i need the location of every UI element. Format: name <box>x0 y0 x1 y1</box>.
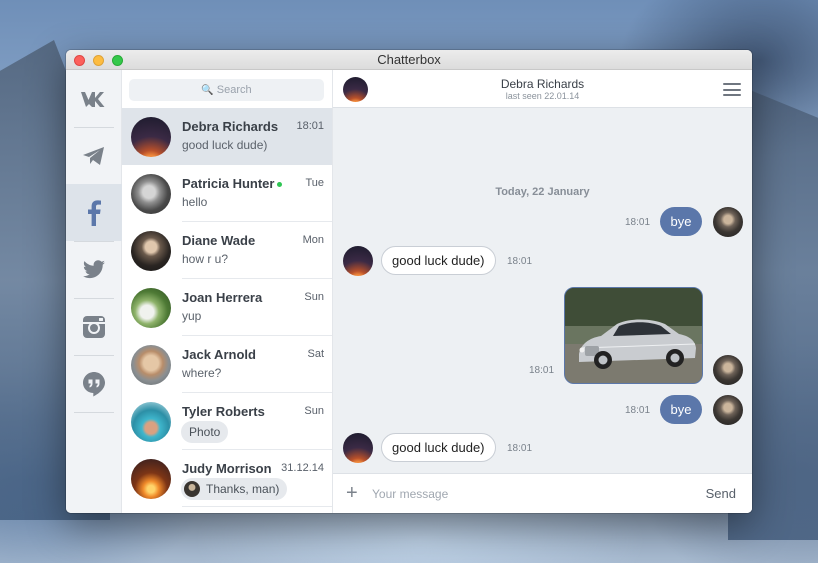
conversation-preview: Thanks, man) <box>206 482 280 496</box>
contact-name: Debra Richards <box>500 77 585 91</box>
avatar <box>131 117 171 157</box>
avatar <box>131 288 171 328</box>
services-sidebar <box>66 70 122 513</box>
photo-message[interactable] <box>564 287 703 384</box>
attach-button[interactable]: + <box>346 483 358 503</box>
window-close-button[interactable] <box>74 55 85 66</box>
service-telegram[interactable] <box>66 127 122 184</box>
conversation-time: Tue <box>305 177 324 189</box>
service-twitter[interactable] <box>66 241 122 298</box>
message-input[interactable]: Your message <box>372 487 448 501</box>
search-field[interactable]: 🔍 Search <box>129 79 324 101</box>
twitter-icon <box>83 259 105 278</box>
search-placeholder: Search <box>216 84 252 96</box>
conversation-time: Mon <box>302 234 324 246</box>
message-bubble[interactable]: bye <box>660 207 702 236</box>
conversation-item[interactable]: Diane Wade Mon how r u? <box>122 222 332 279</box>
conversation-item[interactable]: Tyler Roberts Sun Photo <box>122 393 332 450</box>
conversation-time: Sun <box>304 405 324 417</box>
avatar <box>131 402 171 442</box>
service-facebook[interactable] <box>66 184 122 241</box>
conversation-time: Sun <box>304 291 324 303</box>
message-bubble[interactable]: bye <box>660 395 702 424</box>
app-window: Chatterbox 🔍 Search Debra Richards 18:01… <box>66 50 752 513</box>
contact-status: last seen 22.01.14 <box>505 91 580 101</box>
conversation-time: 18:01 <box>296 120 324 132</box>
conversation-item[interactable]: Judy Morrison 31.12.14 Thanks, man) <box>122 450 332 507</box>
conversation-preview: where? <box>182 366 222 380</box>
day-separator: Today, 22 January <box>495 186 590 198</box>
hangouts-icon <box>83 371 105 396</box>
avatar <box>343 246 373 276</box>
reply-chip: Thanks, man) <box>181 478 288 500</box>
avatar <box>343 433 373 463</box>
conversation-item[interactable]: Joan Herrera Sun yup <box>122 279 332 336</box>
message-bubble[interactable]: good luck dude) <box>381 433 496 462</box>
message-time: 18:01 <box>507 443 533 454</box>
vk-icon <box>81 91 105 107</box>
window-title: Chatterbox <box>377 52 441 67</box>
chat-pane: Debra Richards last seen 22.01.14 Today,… <box>333 70 752 513</box>
service-hangouts[interactable] <box>66 355 122 412</box>
vintage-car-photo <box>565 288 702 383</box>
window-minimize-button[interactable] <box>93 55 104 66</box>
instagram-icon <box>83 315 105 338</box>
conversation-name: Diane Wade <box>182 233 256 248</box>
conversation-name: Tyler Roberts <box>182 404 265 419</box>
avatar <box>713 207 743 237</box>
message-bubble[interactable]: good luck dude) <box>381 246 496 275</box>
conversation-name: Debra Richards <box>182 119 279 134</box>
facebook-icon <box>88 199 101 226</box>
conversation-name: Jack Arnold <box>182 347 256 362</box>
online-indicator <box>277 182 283 188</box>
conversation-item[interactable]: Debra Richards 18:01 good luck dude) <box>122 108 332 165</box>
conversation-item[interactable]: Patricia Hunter Tue hello <box>122 165 332 222</box>
avatar <box>184 481 200 497</box>
message-composer: + Your message Send <box>333 473 752 513</box>
conversation-time: Sat <box>307 348 324 360</box>
message-time: 18:01 <box>625 217 651 228</box>
title-bar: Chatterbox <box>66 50 752 70</box>
avatar <box>131 174 171 214</box>
service-instagram[interactable] <box>66 298 122 355</box>
avatar <box>131 345 171 385</box>
conversation-preview: hello <box>182 195 208 209</box>
conversation-name: Patricia Hunter <box>182 176 275 191</box>
chat-header: Debra Richards last seen 22.01.14 <box>333 70 752 108</box>
conversation-time: 31.12.14 <box>281 462 324 474</box>
conversation-preview: Photo <box>189 425 221 439</box>
conversation-preview: yup <box>182 309 202 323</box>
message-time: 18:01 <box>507 256 533 267</box>
conversation-item[interactable]: Jack Arnold Sat where? <box>122 336 332 393</box>
message-time: 18:01 <box>625 405 651 416</box>
message-time: 18:01 <box>529 365 555 376</box>
conversation-name: Judy Morrison <box>182 461 272 476</box>
search-icon: 🔍 <box>201 84 214 96</box>
conversation-name-wrap: Patricia Hunter <box>182 176 283 191</box>
window-zoom-button[interactable] <box>112 55 123 66</box>
conversation-preview: how r u? <box>182 252 229 266</box>
send-button[interactable]: Send <box>706 486 736 501</box>
service-divider <box>74 412 114 413</box>
avatar <box>713 355 743 385</box>
service-vk[interactable] <box>66 70 122 127</box>
photo-chip: Photo <box>181 421 229 443</box>
telegram-icon <box>83 146 104 165</box>
avatar <box>131 231 171 271</box>
conversation-name: Joan Herrera <box>182 290 263 305</box>
row-divider <box>182 506 332 507</box>
conversation-preview: good luck dude) <box>182 138 268 152</box>
hamburger-menu-icon[interactable] <box>723 83 741 96</box>
avatar <box>131 459 171 499</box>
avatar <box>713 395 743 425</box>
conversation-list: 🔍 Search Debra Richards 18:01 good luck … <box>122 70 333 513</box>
